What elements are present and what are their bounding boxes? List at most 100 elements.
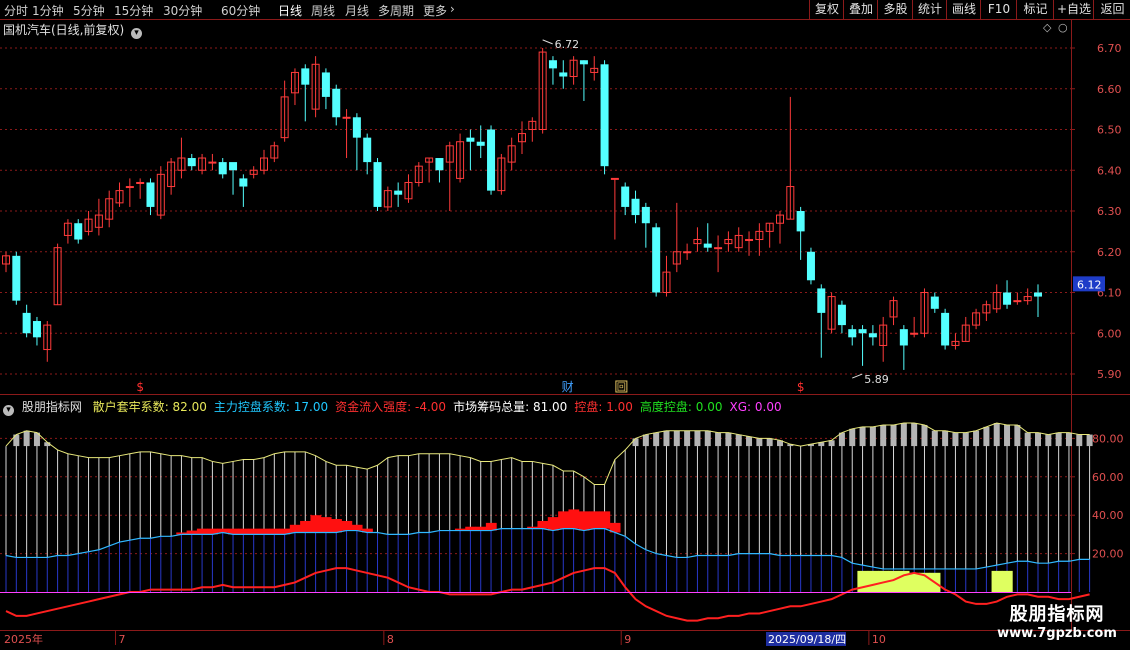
price-axis-label: 6.70 (1097, 42, 1122, 55)
san-hu-cap (704, 430, 711, 447)
san-hu-cap (1065, 432, 1072, 447)
candle-body (899, 329, 908, 346)
indicator-field-separator: : (285, 400, 294, 414)
date-month-label: 8 (387, 633, 394, 646)
indicator-field-separator: : (525, 400, 533, 414)
san-hu-cap (1055, 432, 1062, 447)
indicator-field-separator: : (407, 400, 416, 414)
high-pointer (542, 39, 553, 45)
zi-jin-block (341, 520, 353, 531)
watermark: 股朋指标网 www.7gpzb.com (992, 600, 1122, 641)
candle-body (301, 68, 310, 85)
gao-du-block (867, 570, 879, 592)
san-hu-cap (1086, 434, 1093, 447)
san-hu-cap (849, 428, 856, 447)
indicator-field-label: 主力控盘系数 (213, 400, 286, 414)
indicator-field: 高度控盘: 0.00 (640, 400, 723, 414)
gao-du-block (991, 570, 1003, 592)
indicator-field: 主力控盘系数: 17.00 (214, 400, 328, 414)
date-year-label: 2025年 (4, 632, 43, 646)
san-hu-cap (962, 432, 969, 447)
san-hu-cap (684, 430, 691, 447)
cai-marker: 财 (562, 380, 574, 394)
candle-body (579, 60, 588, 65)
date-month-label: 10 (872, 633, 886, 646)
san-hu-cap (725, 432, 732, 447)
zi-jin-block (238, 528, 250, 535)
zi-jin-block (310, 515, 322, 533)
san-hu-cap (983, 426, 990, 447)
san-hu-cap (746, 436, 753, 447)
indicator-field-separator: : (687, 400, 696, 414)
chart-canvas[interactable]: 6.706.606.506.406.306.206.106.005.906.12… (0, 0, 1130, 650)
price-axis-label: 6.30 (1097, 205, 1122, 218)
chevron-down-icon[interactable]: ▾ (3, 405, 14, 416)
zi-jin-block (196, 528, 208, 535)
candle-body (218, 162, 227, 175)
candle-body (352, 117, 361, 138)
san-hu-cap (993, 423, 1000, 447)
zi-jin-block (558, 511, 569, 529)
watermark-line2: www.7gpzb.com (997, 626, 1117, 641)
candle-body (363, 137, 372, 163)
indicator-field: 散户套牢系数: 82.00 (93, 400, 207, 414)
high-label: 6.72 (555, 38, 580, 51)
candle-body (1003, 292, 1012, 305)
san-hu-cap (931, 430, 938, 447)
candle-body (239, 178, 248, 187)
san-hu-cap (1045, 434, 1052, 447)
low-pointer (852, 373, 863, 379)
indicator-field-separator: : (598, 400, 607, 414)
zi-jin-block (289, 524, 301, 533)
candle-body (796, 211, 805, 232)
zi-jin-block (248, 528, 260, 535)
stock-title-row: 国机汽车(日线,前复权) ▾ (3, 21, 143, 39)
candle-body (487, 129, 496, 191)
candle-body (600, 64, 609, 167)
zi-jin-block (258, 528, 270, 535)
price-axis-label: 6.50 (1097, 124, 1122, 137)
zi-jin-block (269, 528, 280, 535)
indicator-field: XG: 0.00 (730, 400, 782, 414)
zi-jin-block (331, 519, 342, 533)
candle-body (858, 329, 867, 334)
hui-marker: 回 (617, 382, 626, 393)
date-month-label: 7 (119, 633, 126, 646)
san-hu-cap (1004, 424, 1011, 447)
candle-body (187, 158, 196, 167)
candle-body (910, 332, 919, 335)
indicator-field-label: XG (729, 400, 748, 414)
candle-body (136, 181, 145, 184)
zi-jin-line (5, 567, 1090, 622)
candle-body (22, 312, 31, 334)
indicator-field-value: -4.00 (415, 400, 447, 414)
cursor-date-label: 2025/09/18/四 (768, 633, 846, 646)
watermark-line1: 股朋指标网 (1009, 604, 1105, 625)
candle-body (32, 321, 41, 338)
candle-body (559, 72, 568, 77)
indicator-field-value: 0.00 (754, 400, 782, 414)
price-axis-label: 6.20 (1097, 246, 1122, 259)
indicator-field-value: 17.00 (293, 400, 329, 414)
san-hu-cap (694, 430, 701, 447)
indicator-field: 市场筹码总量: 81.00 (453, 400, 567, 414)
san-hu-cap (921, 424, 928, 447)
san-hu-cap (663, 430, 670, 447)
san-hu-cap (900, 423, 907, 447)
zi-jin-block (589, 511, 600, 529)
diamond-icon[interactable]: ◇ (1043, 21, 1051, 34)
chevron-down-icon[interactable]: ▾ (131, 28, 143, 39)
san-hu-cap (1014, 424, 1021, 447)
candle-body (146, 182, 155, 207)
candle-body (548, 60, 557, 69)
price-axis-label: 6.40 (1097, 164, 1122, 177)
san-hu-cap (23, 430, 30, 447)
zi-jin-block (599, 511, 611, 529)
zi-jin-block (351, 524, 363, 531)
san-hu-cap (869, 426, 876, 447)
candle-body (1034, 292, 1042, 297)
circle-icon[interactable]: ○ (1058, 21, 1068, 34)
candle-body (12, 255, 21, 301)
candle-body (125, 186, 134, 189)
indicator-field-value: 82.00 (172, 400, 207, 414)
